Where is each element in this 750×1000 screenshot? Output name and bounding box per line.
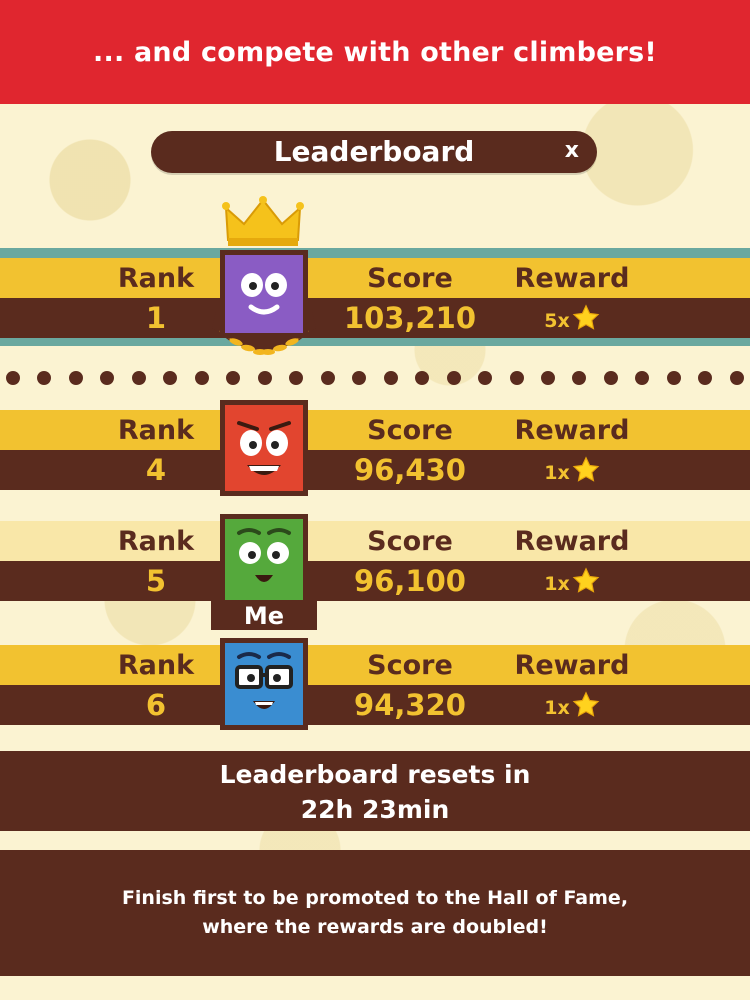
banner-text: ... and compete with other climbers! bbox=[93, 36, 657, 68]
face-icon bbox=[225, 405, 303, 491]
face-icon bbox=[225, 255, 303, 333]
avatar-rank-4 bbox=[220, 400, 308, 496]
leaderboard-row-4: Rank Score Reward 4 96,430 1x bbox=[0, 410, 750, 490]
star-icon bbox=[572, 304, 600, 330]
green-avatar-icon bbox=[225, 519, 303, 601]
reward-value: 1x bbox=[502, 561, 642, 601]
rank-value: 5 bbox=[145, 564, 167, 598]
crown-icon bbox=[222, 196, 304, 246]
face-icon bbox=[225, 643, 303, 725]
info-line-1: Finish first to be promoted to the Hall … bbox=[121, 887, 629, 909]
reset-label: Leaderboard resets in bbox=[219, 760, 531, 789]
hall-of-fame-info: Finish first to be promoted to the Hall … bbox=[0, 850, 750, 976]
leaderboard-row-6: Rank Score Reward 6 94,320 1x bbox=[0, 645, 750, 725]
leaderboard-header: Leaderboard x bbox=[151, 131, 597, 173]
score-label: Score bbox=[367, 526, 453, 557]
score-value: 96,430 bbox=[354, 453, 466, 487]
reward-multiplier: 1x bbox=[544, 573, 570, 595]
leaderboard-title: Leaderboard bbox=[273, 135, 475, 168]
score-label: Score bbox=[367, 263, 453, 294]
red-avatar-icon bbox=[225, 405, 303, 491]
leaderboard-row-1: Rank Score Reward 1 103,210 5x bbox=[0, 258, 750, 338]
top-banner: ... and compete with other climbers! bbox=[0, 0, 750, 104]
blue-glasses-avatar-icon bbox=[225, 643, 303, 725]
first-place-bottom-stripe bbox=[0, 338, 750, 346]
score-value: 103,210 bbox=[343, 301, 477, 335]
rank-label: Rank bbox=[117, 526, 195, 557]
info-line-2: where the rewards are doubled! bbox=[202, 916, 548, 938]
reward-multiplier: 1x bbox=[544, 462, 570, 484]
close-button[interactable]: x bbox=[565, 131, 579, 173]
score-value: 94,320 bbox=[354, 688, 466, 722]
rank-value: 1 bbox=[145, 301, 167, 335]
rank-label: Rank bbox=[117, 415, 195, 446]
reset-countdown: 22h 23min bbox=[300, 795, 450, 824]
reward-label: Reward bbox=[514, 263, 630, 294]
reward-value: 1x bbox=[502, 450, 642, 490]
score-value: 96,100 bbox=[354, 564, 466, 598]
rank-value: 4 bbox=[145, 453, 167, 487]
rank-label: Rank bbox=[117, 263, 195, 294]
leaderboard-row-5-me: Rank Score Reward 5 96,100 1x bbox=[0, 521, 750, 601]
first-place-top-stripe bbox=[0, 248, 750, 258]
avatar-rank-6 bbox=[220, 638, 308, 730]
reward-multiplier: 1x bbox=[544, 697, 570, 719]
star-icon bbox=[572, 691, 600, 717]
star-icon bbox=[572, 567, 600, 593]
reward-label: Reward bbox=[514, 650, 630, 681]
rank-label: Rank bbox=[117, 650, 195, 681]
me-badge: Me bbox=[211, 600, 317, 630]
score-label: Score bbox=[367, 415, 453, 446]
purple-crowned-avatar-icon bbox=[225, 255, 303, 333]
reward-label: Reward bbox=[514, 415, 630, 446]
reward-label: Reward bbox=[514, 526, 630, 557]
avatar-rank-5 bbox=[220, 514, 308, 606]
face-icon bbox=[225, 519, 303, 601]
reward-value: 5x bbox=[502, 298, 642, 338]
leaderboard-reset-timer: Leaderboard resets in 22h 23min bbox=[0, 751, 750, 831]
rank-gap-separator bbox=[0, 368, 750, 388]
score-label: Score bbox=[367, 650, 453, 681]
rank-value: 6 bbox=[145, 688, 167, 722]
reward-value: 1x bbox=[502, 685, 642, 725]
star-icon bbox=[572, 456, 600, 482]
avatar-rank-1 bbox=[220, 250, 308, 338]
reward-multiplier: 5x bbox=[544, 310, 570, 332]
